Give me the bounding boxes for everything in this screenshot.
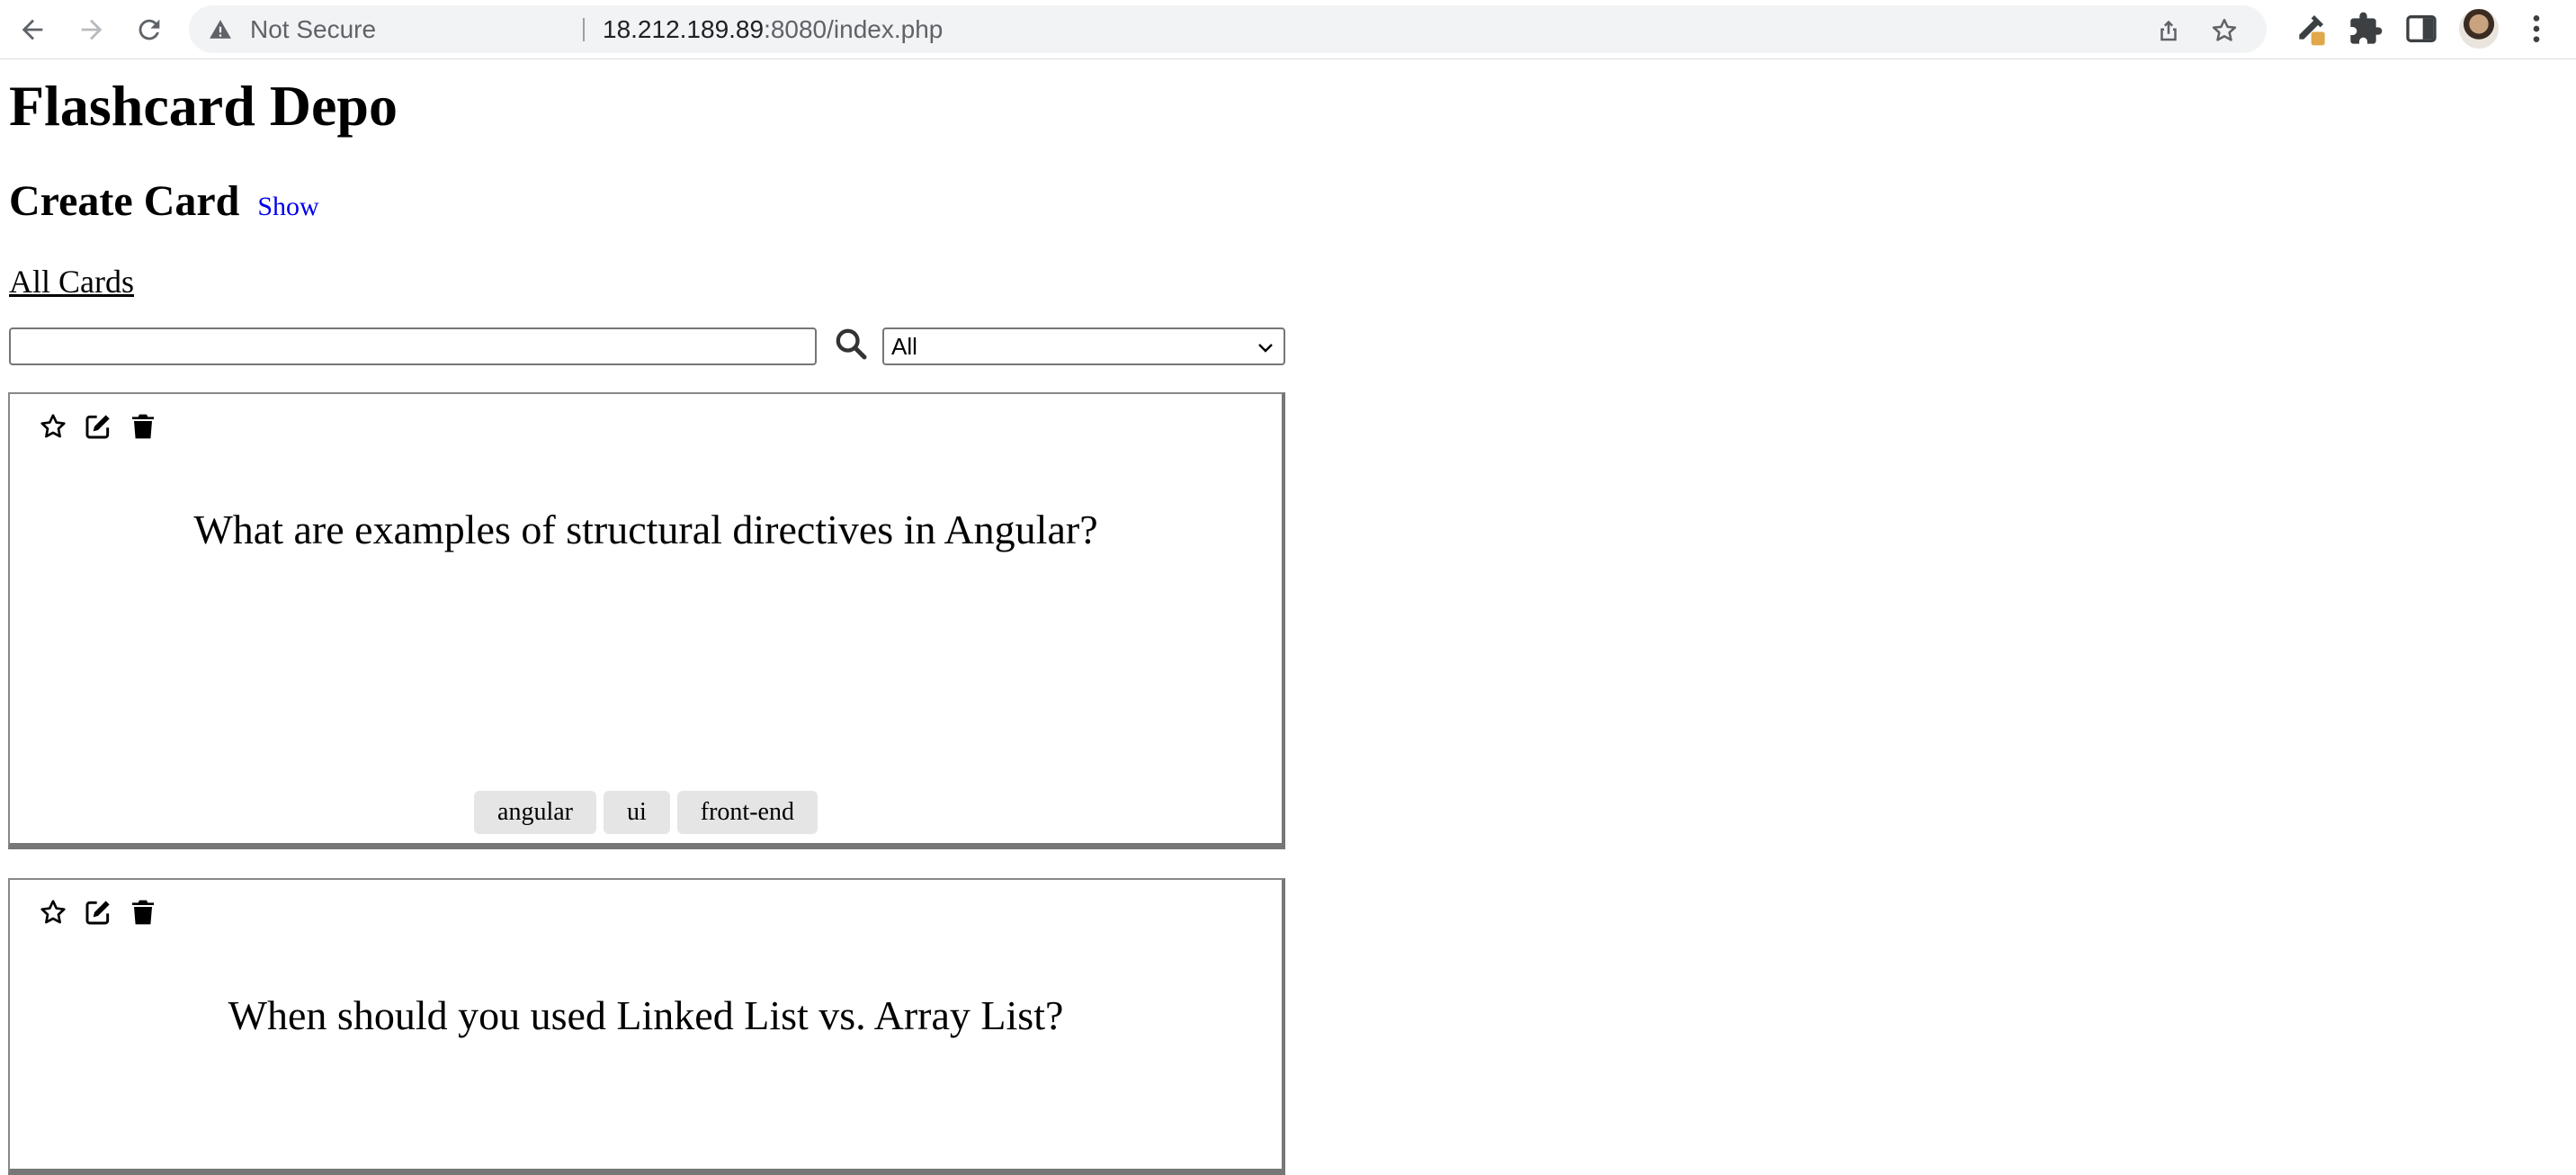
trash-icon (132, 900, 154, 925)
search-icon[interactable] (833, 326, 869, 362)
star-icon (40, 414, 66, 438)
forward-button[interactable] (72, 10, 112, 49)
url-path: :8080/index.php (764, 15, 944, 43)
star-icon (40, 900, 66, 924)
tag-chip[interactable]: angular (474, 791, 596, 834)
tag-chip[interactable]: front-end (676, 791, 818, 834)
edit-button[interactable] (82, 410, 114, 443)
share-icon[interactable] (2155, 17, 2182, 44)
create-card-header: Create Card Show (9, 173, 319, 236)
edit-icon (85, 415, 110, 439)
profile-avatar[interactable] (2459, 9, 2499, 49)
card-question: When should you used Linked List vs. Arr… (228, 992, 1064, 1038)
eyedropper-extension-icon[interactable] (2292, 11, 2328, 47)
card-question: What are examples of structural directiv… (193, 507, 1098, 552)
all-cards-link[interactable]: All Cards (9, 261, 134, 302)
url-host: 18.212.189.89 (603, 15, 765, 43)
url-text[interactable]: 18.212.189.89:8080/index.php (603, 5, 943, 53)
reload-button[interactable] (130, 10, 169, 49)
card-toolbar (37, 410, 159, 443)
favorite-button[interactable] (37, 410, 69, 443)
tag-chip[interactable]: ui (604, 791, 670, 834)
extensions-puzzle-icon[interactable] (2348, 11, 2384, 47)
create-card-title: Create Card (9, 177, 240, 225)
show-create-form-link[interactable]: Show (257, 192, 318, 222)
search-input[interactable] (9, 327, 817, 365)
side-panel-icon[interactable] (2403, 11, 2439, 47)
card-toolbar (37, 896, 159, 928)
reload-icon (139, 19, 160, 40)
security-status[interactable]: Not Secure (250, 5, 376, 53)
more-menu-icon[interactable] (2518, 11, 2554, 47)
browser-toolbar: Not Secure 18.212.189.89:8080/index.php (0, 0, 2576, 59)
forward-arrow-icon (81, 19, 103, 40)
back-arrow-icon (22, 19, 43, 40)
bookmark-star-icon[interactable] (2211, 17, 2238, 44)
delete-button[interactable] (127, 896, 159, 928)
address-separator (583, 18, 585, 41)
tag-filter-select[interactable]: All (882, 327, 1285, 365)
trash-icon (132, 414, 154, 439)
address-bar[interactable]: Not Secure 18.212.189.89:8080/index.php (189, 5, 2267, 53)
delete-button[interactable] (127, 410, 159, 443)
chevron-down-icon (1258, 344, 1273, 353)
flashcard[interactable]: When should you used Linked List vs. Arr… (8, 878, 1285, 1175)
edit-button[interactable] (82, 896, 114, 928)
favorite-button[interactable] (37, 896, 69, 928)
back-button[interactable] (13, 10, 52, 49)
flashcard[interactable]: What are examples of structural directiv… (8, 392, 1285, 849)
warning-icon (210, 20, 231, 39)
edit-icon (85, 901, 110, 925)
site-title: Flashcard Depo (9, 74, 398, 138)
card-tags: angular ui front-end (10, 791, 1282, 834)
tag-filter-selected-value: All (891, 333, 917, 360)
